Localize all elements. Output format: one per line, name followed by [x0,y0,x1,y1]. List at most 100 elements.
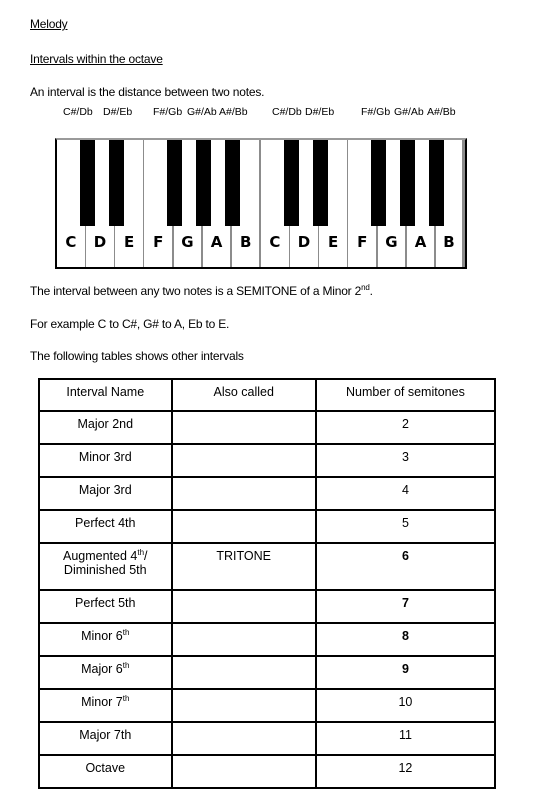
semitones-cell: 12 [314,754,497,789]
interval-name: Perfect 5th [75,596,136,610]
header-also-called: Also called [170,378,317,412]
white-key-label: G [385,233,398,251]
interval-name: Minor 6 [81,629,123,643]
semitone-text-body: The interval between any two notes is a … [30,284,362,298]
table-row: Minor 7th 10 [38,688,497,723]
also-called-cell [170,443,317,478]
sharp-label: A#/Bb [427,106,456,118]
interval-name: Major 3rd [78,483,132,497]
interval-name: Major 2nd [77,417,134,431]
superscript: nd [361,283,370,292]
table-intro-text: The following tables shows other interva… [30,349,244,363]
semitones-cell: 2 [314,410,497,445]
semitones-cell: 6 [314,542,497,591]
interval-name-cell: Octave [38,754,173,789]
black-key [196,140,212,226]
semitones-cell: 11 [314,721,497,756]
also-called-cell [170,509,317,544]
sharp-label: C#/Db [63,106,93,118]
semitones-cell: 8 [314,622,497,657]
interval-name: Minor 7 [81,695,123,709]
table-row: Major 6th 9 [38,655,497,690]
black-key [371,140,387,226]
table-row: Major 3rd 4 [38,476,497,511]
page-title: Melody [30,17,68,31]
semitone-text: The interval between any two notes is a … [30,283,373,299]
white-key-label: C [65,233,77,251]
interval-name-cell: Perfect 4th [38,509,173,544]
interval-name-cell: Minor 6th [38,622,173,657]
semitones-cell: 3 [314,443,497,478]
intro-text: An interval is the distance between two … [30,85,265,99]
interval-name-cell: Major 2nd [38,410,173,445]
also-called-cell [170,754,317,789]
white-key-label: F [153,233,164,251]
interval-name-cell: Major 6th [38,655,173,690]
interval-name: Minor 3rd [78,450,132,464]
black-key-labels: C#/Db D#/Eb F#/Gb G#/Ab A#/Bb C#/Db D#/E… [0,106,540,122]
white-key-label: A [210,233,223,251]
piano-keyboard-diagram: CDEFGABCDEFGAB [55,138,467,269]
superscript: th [122,627,130,637]
table-row: Major 2nd 2 [38,410,497,445]
white-key-label: D [297,233,311,251]
interval-name-cell: Perfect 5th [38,589,173,624]
white-key-label: E [123,233,135,251]
semitones-cell: 9 [314,655,497,690]
sharp-label: A#/Bb [219,106,248,118]
white-key-label: D [93,233,107,251]
semitones-cell: 4 [314,476,497,511]
semitone-text-end: . [369,284,373,298]
header-semitones: Number of semitones [314,378,497,412]
black-key [225,140,241,226]
header-interval-name: Interval Name [38,378,173,412]
also-called-cell [170,476,317,511]
black-key [429,140,445,226]
interval-name: Perfect 4th [75,516,136,530]
interval-name: Major 6 [81,662,123,676]
interval-name-cell: Augmented 4th/ Diminished 5th [38,542,173,591]
white-key-label: B [443,233,455,251]
table-row: Minor 3rd 3 [38,443,497,478]
sharp-label: G#/Ab [187,106,217,118]
table-header-row: Interval Name Also called Number of semi… [38,378,497,412]
black-key [312,140,328,226]
white-key-label: E [327,233,339,251]
interval-name: Major 7th [79,728,132,742]
interval-name-cell: Minor 3rd [38,443,173,478]
white-key-label: B [239,233,252,251]
black-key [79,140,95,226]
table-row: Perfect 5th 7 [38,589,497,624]
table-row: Minor 6th 8 [38,622,497,657]
table-row: Octave 12 [38,754,497,789]
white-key-label: F [357,233,368,251]
superscript: th [122,660,130,670]
white-key-label: G [181,233,194,251]
example-text: For example C to C#, G# to A, Eb to E. [30,317,230,331]
interval-name: Octave [85,761,126,775]
semitones-cell: 10 [314,688,497,723]
also-called-cell [170,589,317,624]
also-called-cell: TRITONE [170,542,317,591]
also-called-cell [170,622,317,657]
sharp-label: D#/Eb [305,106,335,118]
semitones-cell: 7 [314,589,497,624]
interval-name-cell: Major 3rd [38,476,173,511]
black-key [283,140,299,226]
also-called-cell [170,655,317,690]
sharp-label: D#/Eb [103,106,133,118]
also-called-cell [170,721,317,756]
interval-name-cell: Major 7th [38,721,173,756]
white-key-label: C [269,233,281,251]
white-key-label: A [414,233,427,251]
table-row: Perfect 4th 5 [38,509,497,544]
table-row: Augmented 4th/ Diminished 5th TRITONE 6 [38,542,497,591]
black-key [400,140,416,226]
black-key [108,140,124,226]
intervals-table: Interval Name Also called Number of semi… [38,378,497,789]
also-called-cell [170,688,317,723]
section-heading: Intervals within the octave [30,52,163,66]
also-called-cell [170,410,317,445]
interval-name-cell: Minor 7th [38,688,173,723]
sharp-label: G#/Ab [394,106,424,118]
